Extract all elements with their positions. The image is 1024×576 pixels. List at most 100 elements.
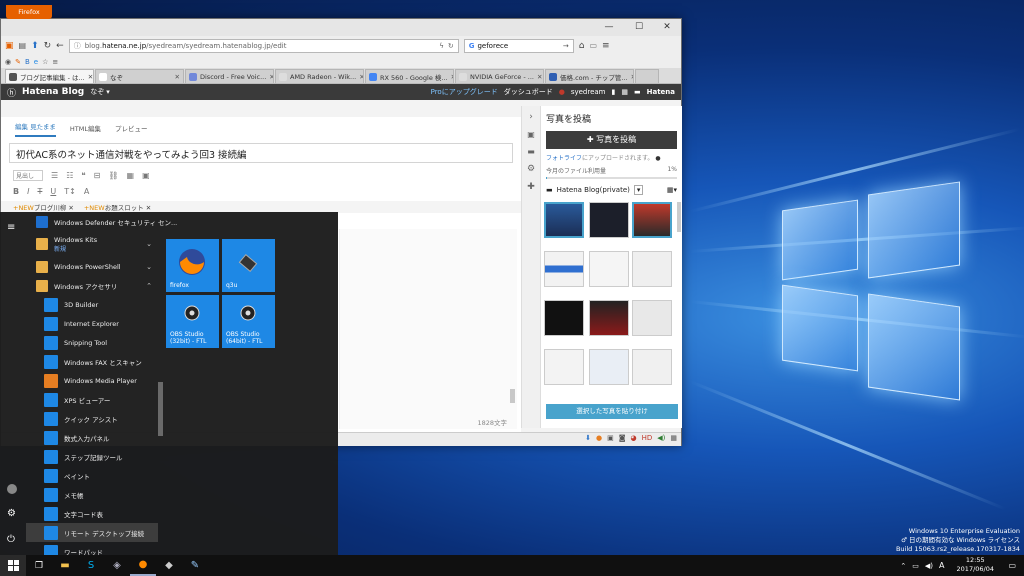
album-select[interactable]: Hatena Blog(private)	[557, 186, 630, 194]
numbered-list-icon[interactable]: ☷	[66, 171, 73, 180]
home-icon[interactable]: ⌂	[579, 41, 585, 51]
start-menu-item[interactable]: Windows Kits 新規 ⌄	[26, 231, 158, 257]
hatena-bookmark-icon[interactable]: B	[25, 58, 30, 66]
window-icon[interactable]: ▣	[5, 41, 14, 51]
chevron-down-icon[interactable]: ⌄	[146, 263, 152, 271]
tab-close-icon[interactable]: ✕	[631, 73, 633, 81]
settings-icon[interactable]: ⚙	[7, 508, 16, 519]
browser-tab[interactable]: NVIDIA GeForce - ... ✕	[455, 69, 544, 83]
home-up-icon[interactable]: ⬆	[31, 41, 39, 51]
lightning-icon[interactable]: ϟ	[439, 42, 444, 50]
addon-icon[interactable]: ✎	[15, 58, 21, 66]
view-toggle-icon[interactable]: ▦▾	[667, 186, 677, 194]
action-center-icon[interactable]: ▭	[1000, 561, 1024, 570]
tab-html[interactable]: HTML編集	[70, 123, 101, 137]
browser-tab[interactable]: なぞ ✕	[95, 69, 184, 83]
table-icon[interactable]: ▦	[127, 171, 135, 180]
chevron-up-icon[interactable]: ⌃	[146, 282, 152, 290]
tab-close-icon[interactable]: ✕	[269, 73, 273, 81]
paste-selected-button[interactable]: 選択した写真を貼り付け	[546, 404, 678, 419]
start-menu-item[interactable]: リモート デスクトップ接続	[26, 523, 158, 542]
download-icon[interactable]: ⬇	[585, 434, 591, 442]
url-bar[interactable]: ⓘ blog. hatena.ne.jp/syedream/syedream.ha…	[68, 38, 459, 53]
photo-thumb[interactable]	[632, 251, 672, 287]
photo-thumb[interactable]	[632, 202, 672, 238]
chat-icon[interactable]: ▭	[589, 41, 597, 50]
folder-icon[interactable]: ▬	[522, 147, 540, 156]
start-menu-item[interactable]: XPS ビューアー	[26, 390, 158, 409]
color-icon[interactable]: ◕	[630, 434, 636, 442]
browser-tab[interactable]: ブログ記事編集 - は... ✕	[5, 69, 94, 83]
gear-icon[interactable]: ⚙	[522, 164, 540, 174]
plus-icon[interactable]: ✚	[522, 182, 540, 192]
editor-body[interactable]: 1828文字	[339, 229, 517, 429]
editor-scrollbar[interactable]	[510, 389, 515, 403]
tile-obs-64bit[interactable]: OBS Studio (64bit) - FTL	[222, 295, 275, 348]
addon-icon[interactable]: ●	[596, 434, 602, 442]
photo-thumb[interactable]	[544, 349, 584, 385]
photo-icon[interactable]: ▣	[522, 130, 540, 139]
image-icon[interactable]: ▣	[142, 171, 150, 180]
clock[interactable]: 12:55 2017/06/04	[957, 556, 994, 574]
start-menu-item[interactable]: ペイント	[26, 466, 158, 485]
chevron-down-icon[interactable]: ▾	[633, 185, 644, 195]
hr-icon[interactable]: ⊟	[94, 171, 101, 180]
link-icon[interactable]: ⛓	[108, 171, 118, 180]
browser-tab[interactable]: AMD Radeon - Wik...✕	[275, 69, 364, 83]
notification-icon[interactable]: ▬	[634, 88, 641, 96]
browser-tab[interactable]: Discord - Free Voic...✕	[185, 69, 274, 83]
hd-icon[interactable]: HD	[642, 434, 653, 442]
new-tab-button[interactable]	[635, 69, 659, 83]
list-icon[interactable]: ≡	[52, 58, 58, 66]
pro-upgrade-link[interactable]: Proにアップグレード	[431, 87, 498, 97]
paint-taskbar-icon[interactable]: ✎	[182, 555, 208, 576]
power-icon[interactable]: ⏻	[7, 534, 15, 545]
photo-thumb[interactable]	[589, 300, 629, 336]
user-menu[interactable]: syedream	[571, 88, 606, 96]
user-account-icon[interactable]	[7, 484, 17, 494]
blog-switcher[interactable]: なぞ	[90, 87, 104, 97]
globe-icon[interactable]: ◉	[5, 58, 11, 66]
browser-tab[interactable]: 価格.com - チップ管...✕	[545, 69, 634, 83]
list-icon[interactable]: ☰	[51, 171, 58, 180]
italic-icon[interactable]: I	[27, 187, 29, 196]
start-menu-item[interactable]: Windows Defender セキュリティ セン...	[26, 212, 177, 231]
start-menu-item[interactable]: Windows Media Player	[26, 371, 158, 390]
hatena-logo-icon[interactable]: ⓗ	[7, 86, 16, 99]
photo-thumb[interactable]	[544, 300, 584, 336]
post-title-input[interactable]: 初代AC系のネット通信対戦をやってみよう回3 接続編	[9, 143, 513, 163]
photo-thumb[interactable]	[589, 349, 629, 385]
heading-select[interactable]: 見出し	[13, 169, 44, 181]
tab-close-icon[interactable]: ✕	[451, 73, 453, 81]
photo-thumb[interactable]	[632, 349, 672, 385]
bookmark-icon[interactable]: ▮	[612, 88, 616, 96]
site-info-icon[interactable]: ⓘ	[74, 41, 81, 51]
fotolife-link[interactable]: フォトライフ	[546, 155, 582, 162]
start-menu-item[interactable]: Windows FAX とスキャン	[26, 352, 158, 371]
maximize-button[interactable]: ☐	[625, 19, 653, 36]
chevron-down-icon[interactable]: ⌄	[146, 240, 152, 248]
hatena-blog-logo[interactable]: Hatena Blog	[22, 87, 84, 97]
search-go-icon[interactable]: →	[563, 42, 569, 50]
start-menu-item[interactable]: 文字コード表	[26, 504, 158, 523]
search-bar[interactable]: G geforece →	[463, 38, 574, 53]
reload-icon[interactable]: ↻	[44, 41, 52, 51]
dashboard-link[interactable]: ダッシュボード	[504, 87, 553, 97]
firefox-menu-button[interactable]: Firefox	[6, 5, 52, 19]
ime-indicator[interactable]: A	[939, 561, 944, 570]
font-color-icon[interactable]: A	[84, 187, 89, 196]
quote-icon[interactable]: ❝	[81, 171, 85, 180]
search-input[interactable]: geforece	[477, 42, 508, 50]
font-size-icon[interactable]: T↕	[64, 187, 76, 196]
chevron-down-icon[interactable]: ▾	[106, 88, 110, 96]
reload-small-icon[interactable]: ↻	[448, 42, 454, 50]
sound-icon[interactable]: ◀)	[657, 434, 665, 442]
tag-blog-senryu[interactable]: +NEWブログ川柳 ✕	[13, 202, 74, 212]
bold-icon[interactable]: B	[13, 187, 19, 196]
chevron-up-icon[interactable]: ⌃	[900, 562, 906, 570]
menu-icon[interactable]: ≡	[602, 41, 610, 51]
underline-icon[interactable]: U	[50, 187, 56, 196]
photo-thumb[interactable]	[589, 202, 629, 238]
photo-thumb[interactable]	[589, 251, 629, 287]
app-list-scrollbar[interactable]	[158, 382, 163, 436]
